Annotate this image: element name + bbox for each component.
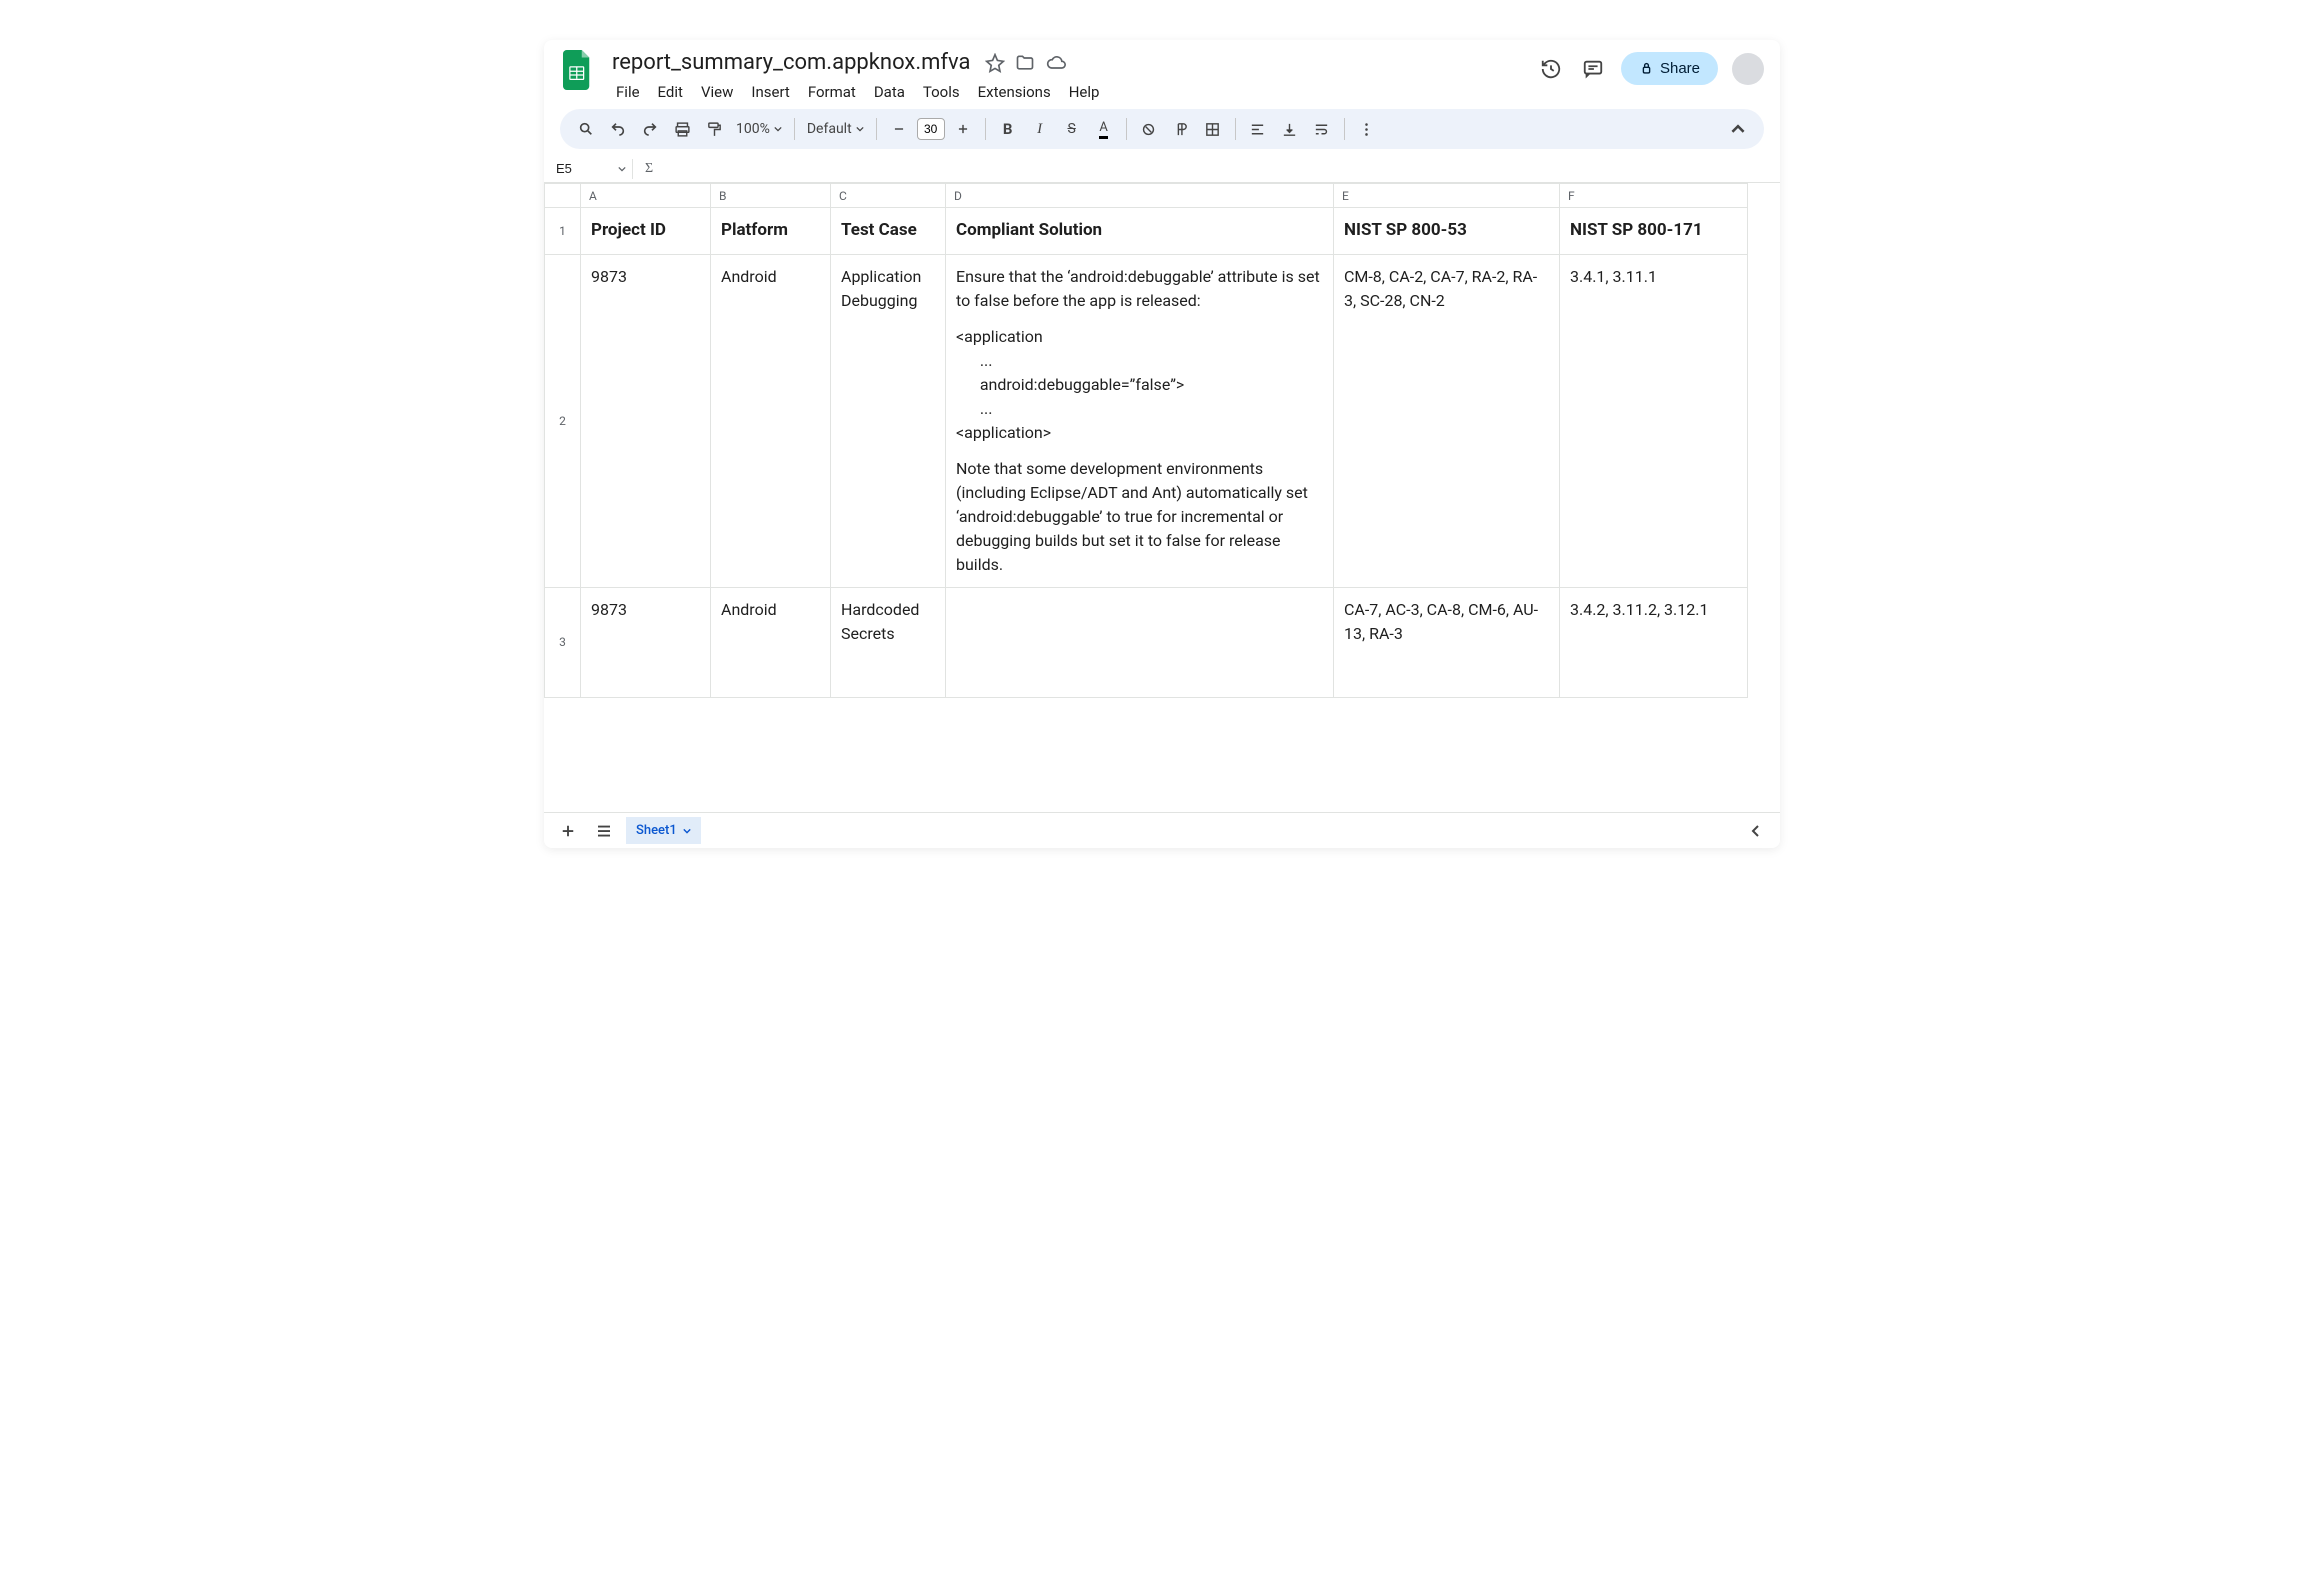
cell-C3[interactable]: Hardcoded Secrets (831, 587, 946, 697)
history-icon[interactable] (1537, 55, 1565, 83)
borders-icon[interactable] (1199, 115, 1227, 143)
cell-F1[interactable]: NIST SP 800-171 (1560, 208, 1748, 255)
cell-A1[interactable]: Project ID (581, 208, 711, 255)
cell-E3[interactable]: CA-7, AC-3, CA-8, CM-6, AU-13, RA-3 (1334, 587, 1560, 697)
cell-D3[interactable] (946, 587, 1334, 697)
share-button[interactable]: Share (1621, 52, 1718, 85)
col-header-F[interactable]: F (1560, 184, 1748, 208)
menu-edit[interactable]: Edit (650, 79, 691, 105)
namebox-dropdown-icon[interactable] (618, 165, 626, 173)
cell-E2[interactable]: CM-8, CA-2, CA-7, RA-2, RA-3, SC-28, CN-… (1334, 254, 1560, 587)
sheet-tabs-bar: Sheet1 (544, 812, 1780, 848)
fontsize-input[interactable] (917, 118, 945, 140)
cell-B1[interactable]: Platform (711, 208, 831, 255)
menu-help[interactable]: Help (1061, 79, 1108, 105)
sheet-table: A B C D E F 1 Project ID Platform Test C… (544, 183, 1748, 698)
bold-icon[interactable]: B (994, 115, 1022, 143)
star-icon[interactable] (985, 53, 1005, 73)
fontsize-decrease-icon[interactable] (885, 115, 913, 143)
add-sheet-icon[interactable] (554, 817, 582, 845)
fx-icon[interactable]: Σ (639, 161, 659, 177)
cell-B3[interactable]: Android (711, 587, 831, 697)
search-icon[interactable] (572, 115, 600, 143)
toolbar-wrap: 100% Default B I S A (544, 105, 1780, 155)
collapse-toolbar-icon[interactable] (1724, 115, 1752, 143)
header-right: Share (1537, 48, 1764, 85)
print-icon[interactable] (668, 115, 696, 143)
italic-icon[interactable]: I (1026, 115, 1054, 143)
header: report_summary_com.appknox.mfva File Edi… (544, 40, 1780, 105)
menubar: File Edit View Insert Format Data Tools … (608, 79, 1525, 105)
folder-icon[interactable] (1015, 53, 1035, 73)
fontsize-increase-icon[interactable] (949, 115, 977, 143)
col-header-B[interactable]: B (711, 184, 831, 208)
cell-C1[interactable]: Test Case (831, 208, 946, 255)
cloud-icon[interactable] (1045, 53, 1067, 73)
zoom-dropdown[interactable]: 100% (732, 121, 786, 137)
menu-data[interactable]: Data (866, 79, 913, 105)
text-color-icon[interactable]: A (1090, 115, 1118, 143)
col-header-D[interactable]: D (946, 184, 1334, 208)
explore-collapse-icon[interactable] (1742, 817, 1770, 845)
select-all-corner[interactable] (545, 184, 581, 208)
title-block: report_summary_com.appknox.mfva File Edi… (608, 48, 1525, 105)
menu-extensions[interactable]: Extensions (970, 79, 1059, 105)
menu-format[interactable]: Format (800, 79, 864, 105)
sheets-logo[interactable] (560, 48, 596, 92)
wrap-icon[interactable] (1308, 115, 1336, 143)
sheet-tab-sheet1[interactable]: Sheet1 (626, 817, 701, 844)
undo-icon[interactable] (604, 115, 632, 143)
cell-F3[interactable]: 3.4.2, 3.11.2, 3.12.1 (1560, 587, 1748, 697)
row-header-1[interactable]: 1 (545, 208, 581, 255)
fill-color-icon[interactable] (1135, 115, 1163, 143)
name-box[interactable] (552, 159, 612, 178)
strikethrough-icon[interactable]: S (1058, 115, 1086, 143)
align-icon[interactable] (1244, 115, 1272, 143)
text-direction-icon[interactable] (1167, 115, 1195, 143)
cell-A2[interactable]: 9873 (581, 254, 711, 587)
cell-D2[interactable]: Ensure that the ‘android:debuggable’ att… (946, 254, 1334, 587)
doc-title[interactable]: report_summary_com.appknox.mfva (608, 48, 975, 77)
font-dropdown[interactable]: Default (803, 121, 868, 137)
menu-tools[interactable]: Tools (915, 79, 968, 105)
cell-D1[interactable]: Compliant Solution (946, 208, 1334, 255)
menu-file[interactable]: File (608, 79, 648, 105)
all-sheets-icon[interactable] (590, 817, 618, 845)
row-header-3[interactable]: 3 (545, 587, 581, 697)
namebox-row: Σ (544, 155, 1780, 183)
more-icon[interactable] (1353, 115, 1381, 143)
menu-view[interactable]: View (693, 79, 741, 105)
row-header-2[interactable]: 2 (545, 254, 581, 587)
cell-C2[interactable]: Application Debugging (831, 254, 946, 587)
comment-icon[interactable] (1579, 55, 1607, 83)
share-label: Share (1660, 60, 1700, 77)
cell-F2[interactable]: 3.4.1, 3.11.1 (1560, 254, 1748, 587)
col-header-E[interactable]: E (1334, 184, 1560, 208)
valign-icon[interactable] (1276, 115, 1304, 143)
avatar[interactable] (1732, 53, 1764, 85)
cell-A3[interactable]: 9873 (581, 587, 711, 697)
cell-E1[interactable]: NIST SP 800-53 (1334, 208, 1560, 255)
col-header-C[interactable]: C (831, 184, 946, 208)
redo-icon[interactable] (636, 115, 664, 143)
menu-insert[interactable]: Insert (743, 79, 797, 105)
app-window: report_summary_com.appknox.mfva File Edi… (544, 40, 1780, 848)
toolbar: 100% Default B I S A (560, 109, 1764, 149)
sheet-tab-dropdown-icon[interactable] (683, 827, 691, 835)
cell-B2[interactable]: Android (711, 254, 831, 587)
col-header-A[interactable]: A (581, 184, 711, 208)
grid[interactable]: A B C D E F 1 Project ID Platform Test C… (544, 183, 1780, 812)
paint-format-icon[interactable] (700, 115, 728, 143)
